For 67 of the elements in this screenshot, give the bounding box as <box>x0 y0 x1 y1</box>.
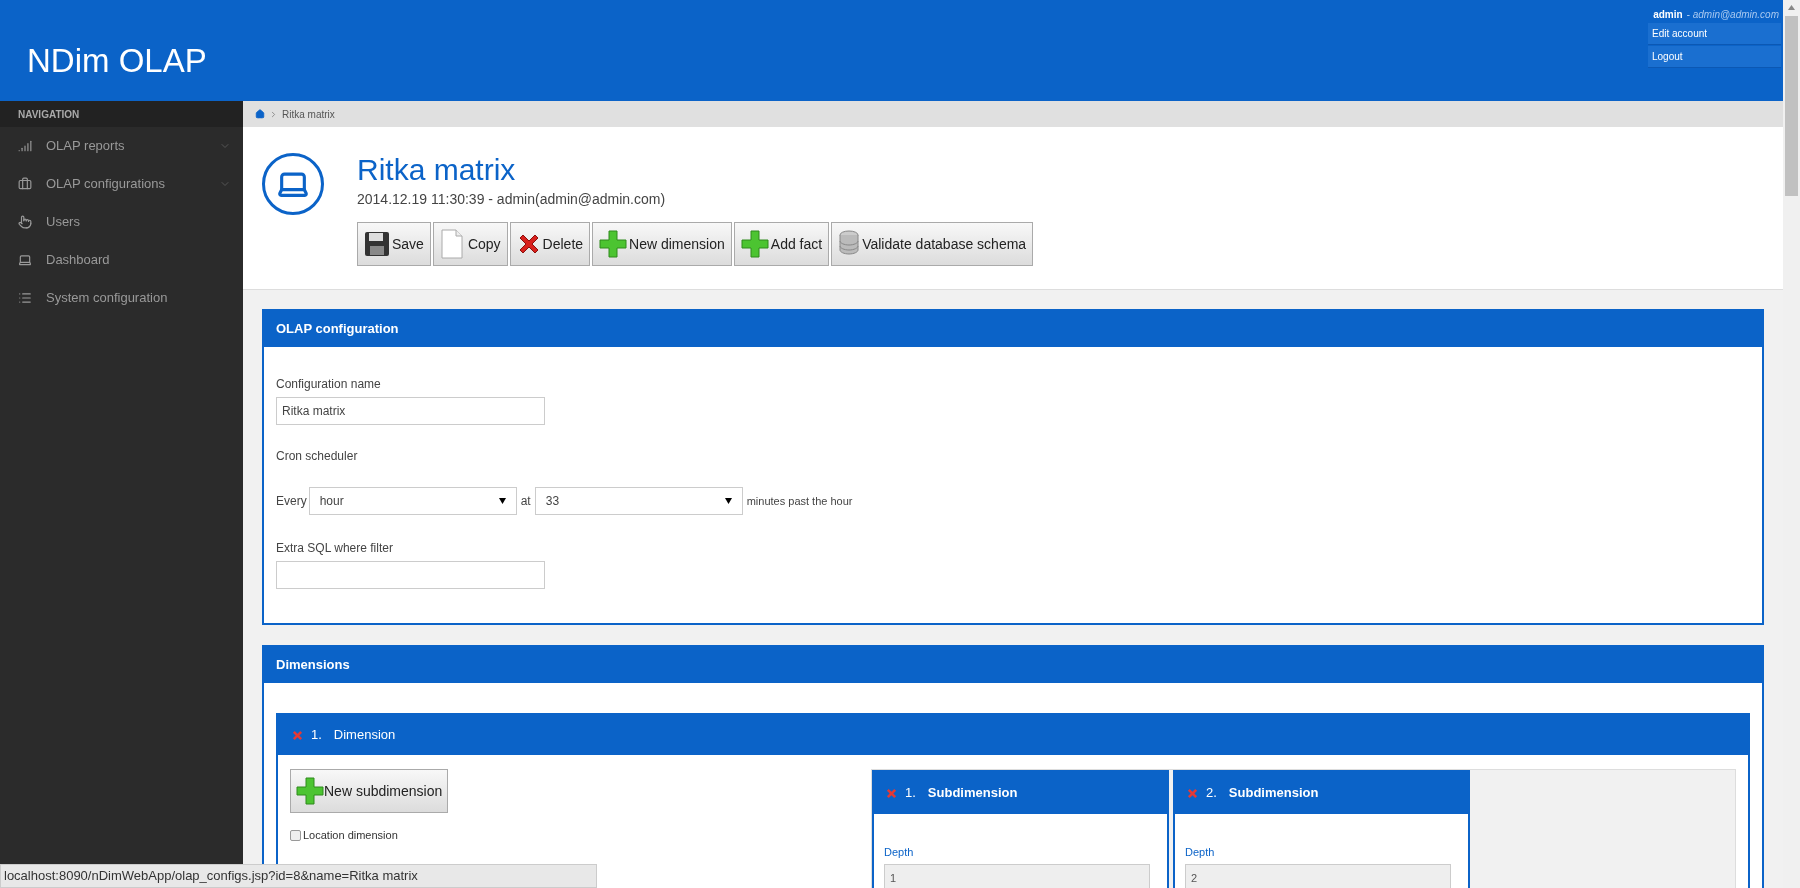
toolbar-button[interactable]: New dimension <box>592 222 732 266</box>
location-checkbox[interactable] <box>290 829 301 841</box>
remove-icon[interactable] <box>1187 787 1198 799</box>
toolbar-button[interactable]: Validate database schema <box>831 222 1034 266</box>
briefcase-icon <box>18 177 32 191</box>
subdimension-title: Subdimension <box>1228 784 1319 803</box>
app-title: NDim OLAP <box>27 41 207 81</box>
nav-item[interactable]: OLAP configurations <box>0 165 243 203</box>
dimension-title: Dimension <box>333 726 396 745</box>
plus-icon <box>740 230 769 258</box>
field-label: Configuration name <box>276 376 382 393</box>
scrollbar-thumb[interactable] <box>1785 16 1798 196</box>
dimension-number: 1. <box>311 726 322 745</box>
user-email: - admin@admin.com <box>1686 8 1779 22</box>
depth-label: Depth <box>1185 845 1216 860</box>
database-icon <box>838 230 861 258</box>
laptop-badge-icon <box>262 153 324 215</box>
sidebar-heading: NAVIGATION <box>18 107 80 122</box>
laptop-icon <box>18 253 32 267</box>
scroll-up-icon[interactable] <box>1788 5 1795 10</box>
list-icon <box>18 291 32 305</box>
minute-select[interactable]: 33 <box>534 487 743 515</box>
dropdown-arrow-icon <box>724 498 732 504</box>
minutes-suffix: minutes past the hour <box>746 493 853 509</box>
hand-pointer-icon <box>18 215 32 229</box>
account-link[interactable]: Edit account <box>1648 23 1781 45</box>
sql-filter-field[interactable] <box>276 561 545 589</box>
nav-item[interactable]: System configuration <box>0 279 243 317</box>
plus-icon <box>599 230 628 258</box>
subdimension-title: Subdimension <box>927 784 1018 803</box>
page-subtitle: 2014.12.19 11:30:39 - admin(admin@admin.com) <box>357 190 667 209</box>
checkbox-label: Location dimension <box>303 828 398 843</box>
scrollbar[interactable] <box>1783 0 1800 888</box>
field-label: Cron scheduler <box>276 448 359 465</box>
at-label: at <box>520 493 531 510</box>
frequency-select[interactable]: hour <box>308 487 517 515</box>
user-name: admin <box>1653 8 1683 22</box>
depth-field[interactable]: 1 <box>884 863 1150 888</box>
breadcrumb-separator-icon <box>269 109 278 119</box>
breadcrumb-link[interactable]: Ritka matrix <box>282 106 335 122</box>
signal-bars-icon <box>18 139 32 153</box>
panel-title: OLAP configuration <box>276 320 399 339</box>
config-name-field[interactable]: Ritka matrix <box>276 397 545 425</box>
remove-icon[interactable] <box>886 787 897 799</box>
status-url: localhost:8090/nDimWebApp/olap_configs.jsp?id=8&name=Ritka matrix <box>0 864 597 888</box>
toolbar-button[interactable]: Add fact <box>733 222 830 266</box>
toolbar-button[interactable]: Delete <box>509 222 591 266</box>
nav-item[interactable]: Users <box>0 203 243 241</box>
toolbar-button[interactable]: Copy <box>432 222 508 266</box>
toolbar-button[interactable]: Save <box>357 222 431 266</box>
new-subdimension-button[interactable]: New subdimension <box>290 769 449 813</box>
nav-item[interactable]: Dashboard <box>0 241 243 279</box>
nav-item[interactable]: OLAP reports <box>0 127 243 165</box>
field-label: Extra SQL where filter <box>276 540 394 557</box>
panel-title: Dimensions <box>276 656 350 675</box>
depth-label: Depth <box>884 845 915 860</box>
page-title: Ritka matrix <box>357 153 517 187</box>
account-link[interactable]: Logout <box>1648 46 1781 68</box>
subdimension-number: 2. <box>1206 784 1217 803</box>
every-label: Every <box>276 493 307 510</box>
plus-icon <box>296 777 324 805</box>
remove-icon[interactable] <box>292 729 303 741</box>
dropdown-arrow-icon <box>498 498 506 504</box>
depth-field[interactable]: 2 <box>1185 863 1451 888</box>
home-icon[interactable] <box>255 109 265 119</box>
document-icon <box>439 229 466 259</box>
subdimension-number: 1. <box>905 784 916 803</box>
